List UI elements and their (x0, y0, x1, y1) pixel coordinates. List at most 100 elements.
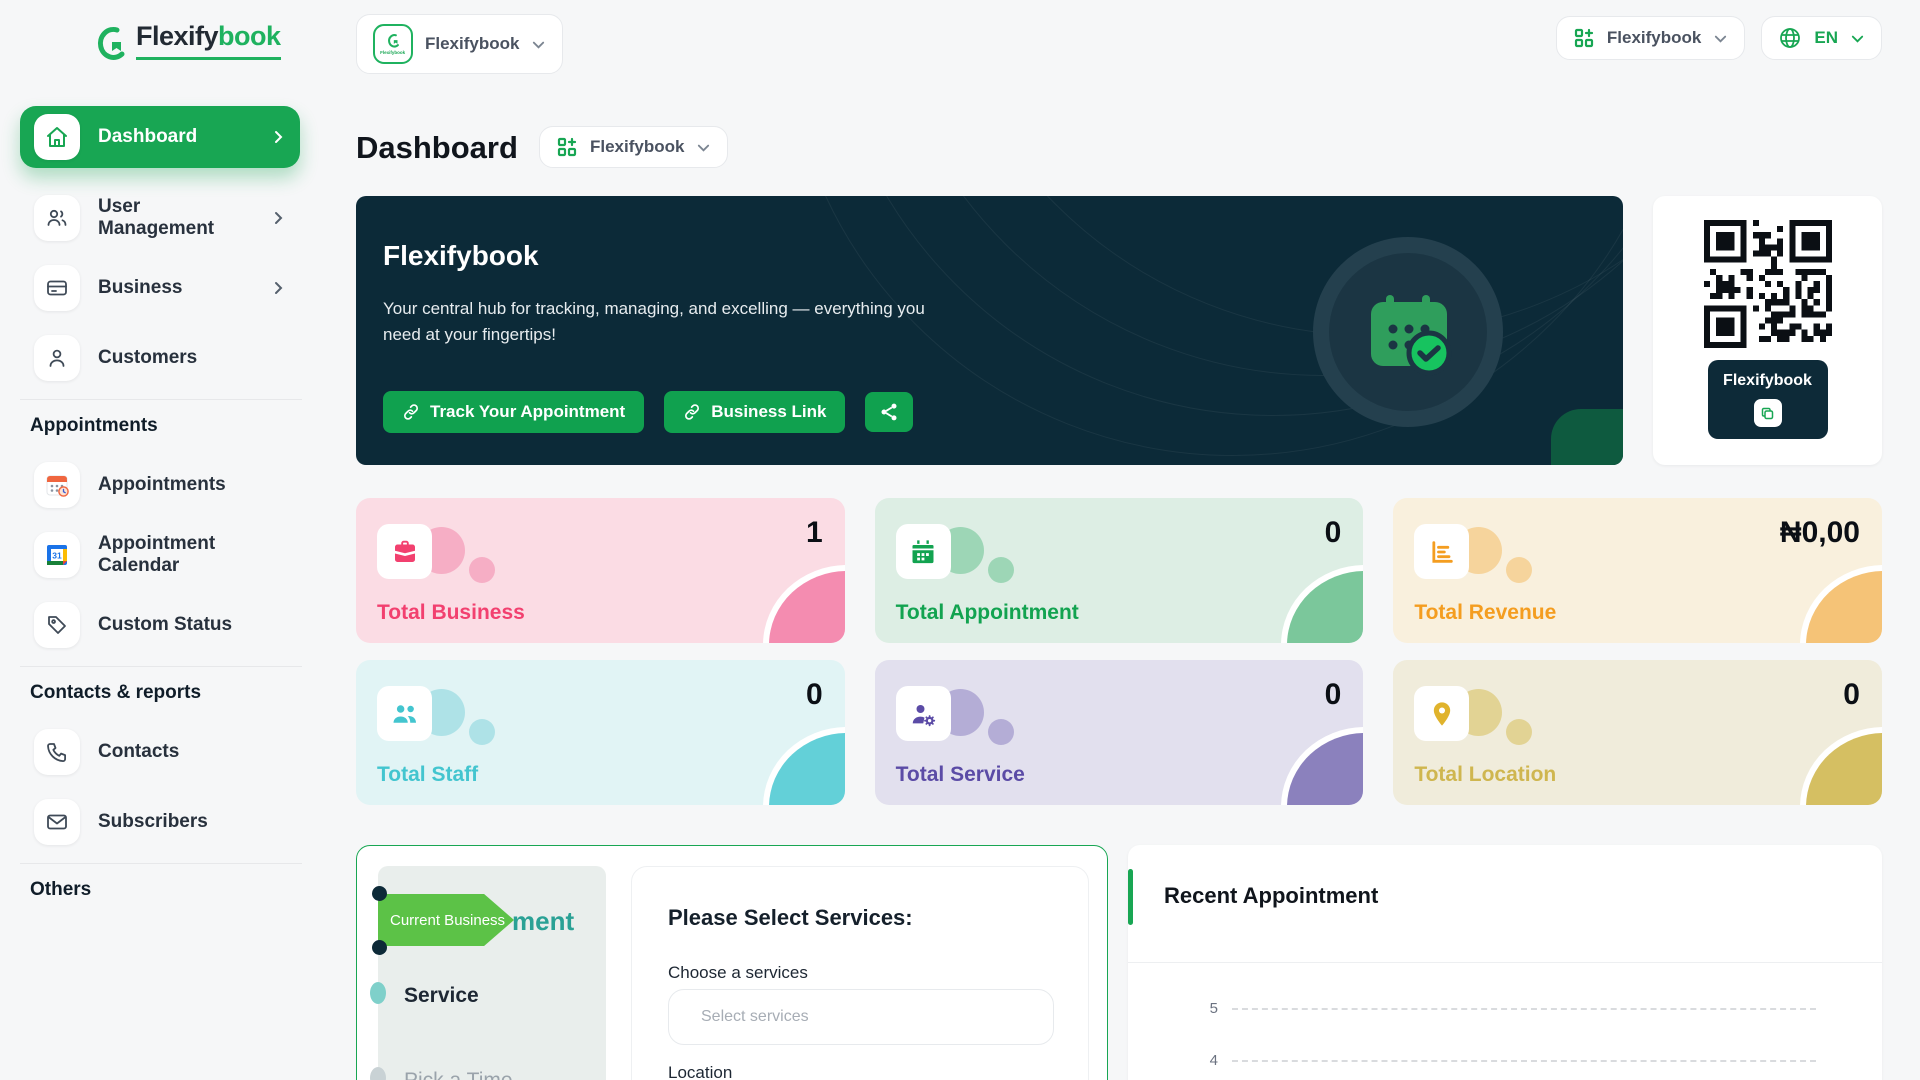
share-button[interactable] (865, 392, 913, 432)
google-calendar-icon: 31 (34, 532, 80, 578)
ribbon-dot (372, 940, 387, 955)
sidebar-item-business[interactable]: Business (20, 257, 300, 319)
person-icon (34, 335, 80, 381)
sidebar-item-label: Business (98, 277, 182, 299)
sidebar-item-subscribers[interactable]: Subscribers (20, 791, 300, 853)
choose-services-label: Choose a services (668, 963, 808, 983)
business-selector-label: Flexifybook (425, 34, 519, 54)
qr-label-chip: Flexifybook (1708, 360, 1828, 439)
chevron-right-icon (270, 129, 286, 145)
location-label: Location (668, 1063, 732, 1080)
sidebar-nav: Dashboard User Management (0, 106, 322, 902)
stat-value: 0 (806, 678, 823, 712)
sidebar-item-label: Custom Status (98, 614, 232, 636)
page-title: Dashboard (356, 130, 518, 166)
recent-appointment-card: Recent Appointment 5 4 (1128, 845, 1882, 1080)
share-icon (879, 402, 899, 422)
y-axis-tick: 4 (1196, 1052, 1218, 1069)
sidebar-section-contacts-reports: Contacts & reports (30, 681, 322, 705)
stat-label: Total Service (896, 763, 1025, 787)
stat-value: 0 (1325, 678, 1342, 712)
stat-value: 0 (1843, 678, 1860, 712)
sidebar-item-label: Appointment Calendar (98, 533, 286, 577)
bubble-decoration (1506, 557, 1532, 583)
svg-text:31: 31 (52, 551, 62, 561)
qr-card: Flexifybook (1653, 196, 1882, 465)
stat-label: Total Revenue (1414, 601, 1556, 625)
total-appointment-card: 0 Total Appointment (875, 498, 1364, 643)
sidebar-divider (20, 399, 302, 400)
calendar-illustration-inner (1329, 253, 1487, 411)
quarter-decoration (763, 565, 845, 643)
chevron-down-icon (1713, 31, 1728, 46)
briefcase-icon (377, 524, 432, 579)
grid-plus-icon (556, 136, 578, 158)
sidebar: Flexifybook Dashboard User Management (0, 0, 322, 1080)
sidebar-item-label: Contacts (98, 741, 179, 763)
workspace-dropdown[interactable]: Flexifybook (1556, 16, 1745, 60)
copy-qr-icon[interactable] (1754, 399, 1782, 427)
sidebar-item-contacts[interactable]: Contacts (20, 721, 300, 783)
total-service-card: 0 Total Service (875, 660, 1364, 805)
track-your-appointment-button[interactable]: Track Your Appointment (383, 391, 644, 433)
sidebar-item-dashboard[interactable]: Dashboard (20, 106, 300, 168)
quarter-decoration (1800, 565, 1882, 643)
gridline (1232, 1008, 1816, 1010)
stat-cards: 1 Total Business 0 Total Appointment ₦0,… (356, 498, 1882, 805)
stat-label: Total Location (1414, 763, 1556, 787)
stat-value: 1 (806, 516, 823, 550)
quarter-decoration (1281, 565, 1363, 643)
recent-appointment-title: Recent Appointment (1164, 883, 1378, 909)
divider (1128, 962, 1882, 963)
sidebar-item-user-management[interactable]: User Management (20, 187, 300, 249)
sidebar-item-appointments[interactable]: Appointments (20, 454, 300, 516)
sidebar-item-label: Dashboard (98, 126, 197, 148)
current-business-ribbon: Current Business (378, 894, 514, 946)
select-services-input[interactable] (668, 989, 1054, 1045)
total-location-card: 0 Total Location (1393, 660, 1882, 805)
map-pin-icon (1414, 686, 1469, 741)
sidebar-item-appointment-calendar[interactable]: 31 Appointment Calendar (20, 524, 300, 586)
step-pick-a-time: Pick a Time (404, 1069, 513, 1080)
tag-icon (34, 602, 80, 648)
total-staff-card: 0 Total Staff (356, 660, 845, 805)
y-axis-tick: 5 (1196, 1000, 1218, 1017)
bar-chart-icon (1414, 524, 1469, 579)
dashboard-page: Flexifybook Dashboard User Management (0, 0, 1920, 1080)
sidebar-section-appointments: Appointments (30, 414, 322, 438)
select-services-heading: Please Select Services: (668, 905, 913, 931)
stat-label: Total Staff (377, 763, 478, 787)
page-business-filter-dropdown[interactable]: Flexifybook (539, 126, 728, 168)
bubble-decoration (469, 719, 495, 745)
stat-label: Total Business (377, 601, 525, 625)
booking-steps-panel: Current Business ment Service Pick a Tim… (378, 866, 606, 1080)
page-business-filter-label: Flexifybook (590, 137, 684, 157)
service-gear-icon (896, 686, 951, 741)
stat-value: 0 (1325, 516, 1342, 550)
sidebar-item-label: Customers (98, 347, 197, 369)
business-logo-badge-text: Flexifybook (380, 51, 405, 56)
link-icon (683, 403, 701, 421)
sidebar-item-custom-status[interactable]: Custom Status (20, 594, 300, 656)
total-business-card: 1 Total Business (356, 498, 845, 643)
language-dropdown[interactable]: EN (1761, 16, 1882, 60)
business-selector-dropdown[interactable]: Flexifybook Flexifybook (356, 14, 563, 74)
bubble-decoration (469, 557, 495, 583)
ribbon-dot (372, 886, 387, 901)
language-dropdown-label: EN (1814, 28, 1838, 48)
business-link-button[interactable]: Business Link (664, 391, 845, 433)
step-bullet (370, 982, 386, 1004)
chevron-right-icon (270, 280, 286, 296)
qr-code (1704, 220, 1832, 348)
step-appointment-partial: ment (512, 906, 574, 937)
quarter-decoration (1281, 727, 1363, 805)
brand-logo-icon (90, 22, 130, 66)
track-your-appointment-label: Track Your Appointment (430, 402, 625, 422)
sidebar-item-customers[interactable]: Customers (20, 327, 300, 389)
stat-label: Total Appointment (896, 601, 1079, 625)
grid-plus-icon (1573, 27, 1595, 49)
chevron-down-icon (696, 140, 711, 155)
sidebar-item-label: Appointments (98, 474, 226, 496)
business-link-label: Business Link (711, 402, 826, 422)
home-icon (34, 114, 80, 160)
